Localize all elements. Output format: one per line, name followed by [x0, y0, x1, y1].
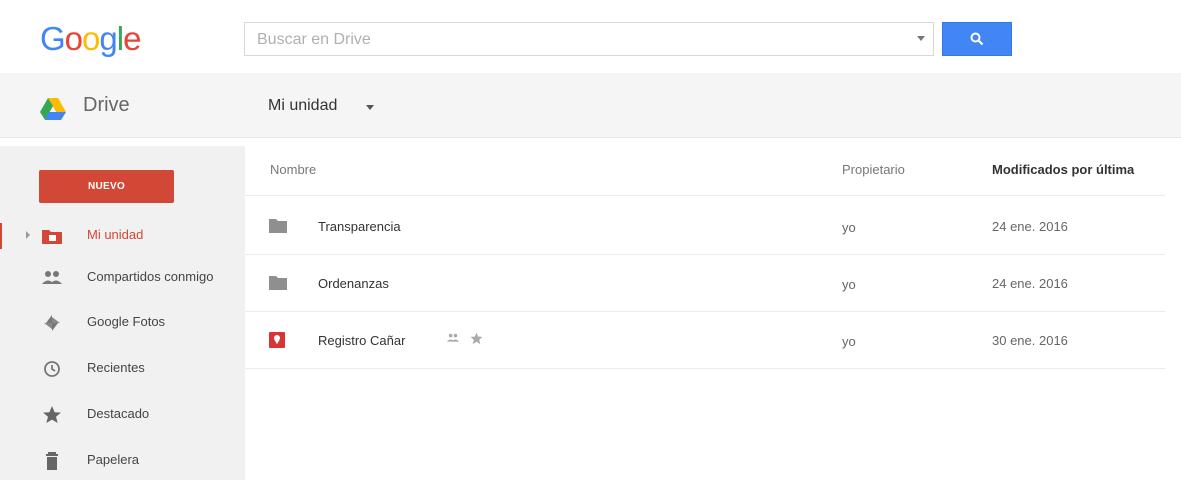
sidebar-item-label: Recientes [87, 360, 145, 375]
sidebar-item-label: Papelera [87, 452, 140, 467]
drive-logo-icon [40, 98, 66, 120]
file-owner: yo [842, 220, 856, 235]
sidebar-item-label: Mi unidad [87, 227, 144, 242]
folder-icon [269, 219, 287, 233]
file-modified: 24 ene. 2016 [992, 219, 1068, 234]
column-owner[interactable]: Propietario [842, 162, 905, 177]
sidebar-item-label: Google Fotos [87, 314, 166, 329]
file-list: Nombre Propietario Modificados por últim… [245, 146, 1181, 480]
sidebar-item-photos[interactable]: Google Fotos [0, 304, 245, 342]
sidebar-item-shared[interactable]: Compartidos conmigo [0, 259, 245, 297]
breadcrumb[interactable]: Mi unidad [268, 97, 337, 115]
expand-arrow-icon[interactable] [26, 231, 30, 239]
search-button[interactable] [942, 22, 1012, 56]
app-bar: Drive Mi unidad [0, 73, 1181, 138]
sidebar: NUEVO Mi unidad Compartidos conmigo Goog… [0, 146, 245, 480]
sidebar-item-starred[interactable]: Destacado [0, 396, 245, 434]
app-name: Drive [83, 94, 130, 116]
file-owner: yo [842, 334, 856, 349]
sidebar-item-label: Compartidos conmigo [87, 269, 214, 284]
file-name: Transparencia [318, 219, 401, 234]
search-icon [970, 32, 984, 46]
table-row[interactable]: Registro Cañar yo 30 ene. 2016 [245, 312, 1165, 369]
star-icon [43, 406, 61, 423]
google-photos-icon [44, 315, 60, 331]
search-box[interactable] [244, 22, 934, 57]
top-bar: Google [0, 0, 1181, 73]
star-icon[interactable] [470, 332, 483, 345]
column-modified[interactable]: Modificados por última [992, 162, 1134, 177]
sidebar-item-label: Destacado [87, 406, 150, 421]
shared-people-icon [42, 271, 62, 284]
new-button[interactable]: NUEVO [39, 170, 174, 203]
shared-people-icon [447, 333, 459, 342]
active-indicator [0, 223, 2, 249]
map-file-icon [269, 332, 285, 348]
clock-icon [44, 361, 60, 377]
chevron-down-icon[interactable] [366, 105, 374, 110]
file-name: Ordenanzas [318, 276, 389, 291]
sidebar-item-trash[interactable]: Papelera [0, 442, 245, 480]
my-drive-icon [42, 230, 62, 244]
column-name[interactable]: Nombre [270, 162, 316, 177]
search-options-icon[interactable] [917, 36, 925, 41]
file-modified: 30 ene. 2016 [992, 333, 1068, 348]
sidebar-item-recent[interactable]: Recientes [0, 350, 245, 388]
column-header: Nombre Propietario Modificados por últim… [245, 146, 1165, 196]
table-row[interactable]: Transparencia yo 24 ene. 2016 [245, 198, 1165, 255]
sidebar-item-my-drive[interactable]: Mi unidad [0, 217, 245, 255]
table-row[interactable]: Ordenanzas yo 24 ene. 2016 [245, 255, 1165, 312]
file-name: Registro Cañar [318, 333, 406, 348]
folder-icon [269, 276, 287, 290]
google-logo[interactable]: Google [40, 20, 141, 58]
file-modified: 24 ene. 2016 [992, 276, 1068, 291]
trash-icon [46, 452, 58, 470]
search-input[interactable] [255, 23, 899, 57]
file-owner: yo [842, 277, 856, 292]
